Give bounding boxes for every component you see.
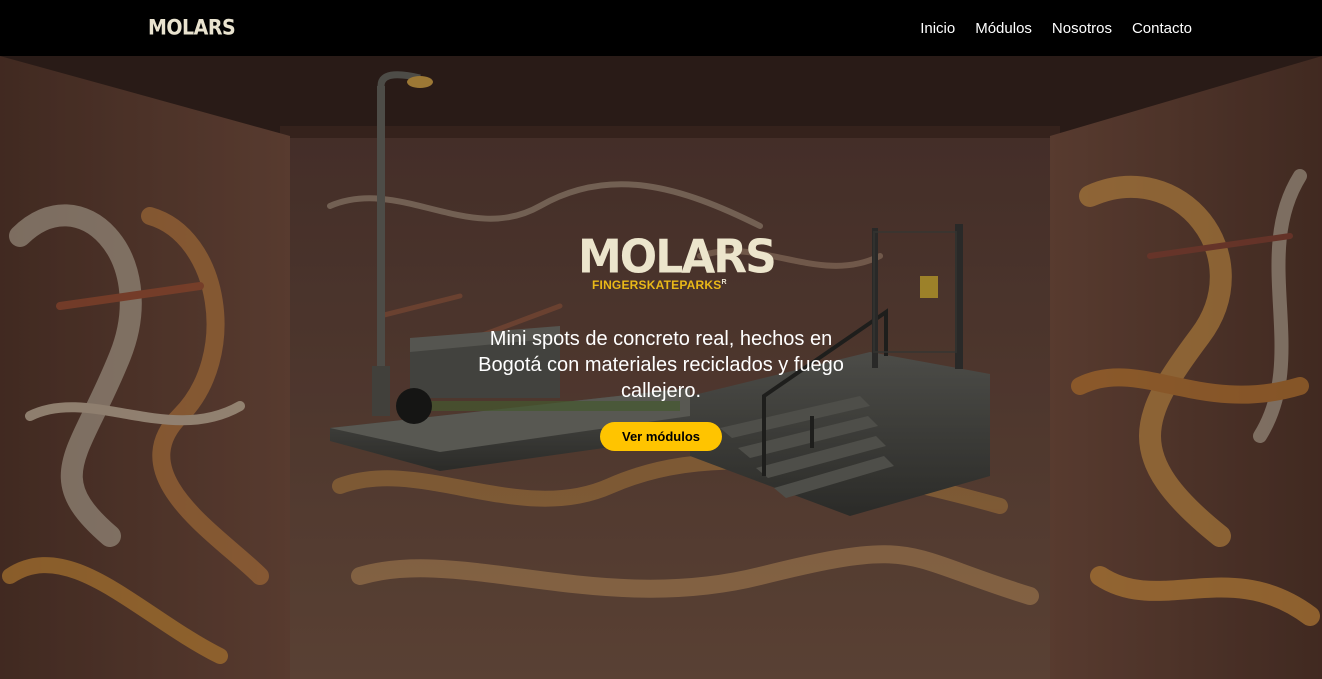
navbar: MOLARS Inicio Módulos Nosotros Contacto	[0, 0, 1322, 56]
hero-content: MOLARS FINGERSKATEPARKSR Mini spots de c…	[0, 56, 1322, 679]
nav-link-modulos[interactable]: Módulos	[975, 20, 1032, 37]
nav-link-nosotros[interactable]: Nosotros	[1052, 20, 1112, 37]
hero-section: MOLARS FINGERSKATEPARKSR Mini spots de c…	[0, 56, 1322, 679]
nav-links: Inicio Módulos Nosotros Contacto	[920, 20, 1192, 37]
brand-logo: MOLARS FINGERSKATEPARKSR	[578, 230, 777, 292]
nav-logo[interactable]: MOLARS	[148, 16, 236, 40]
hero-tagline: Mini spots de concreto real, hechos en B…	[478, 328, 844, 402]
nav-link-inicio[interactable]: Inicio	[920, 20, 955, 37]
nav-link-contacto[interactable]: Contacto	[1132, 20, 1192, 37]
brand-name: MOLARS	[578, 230, 777, 285]
ver-modulos-button[interactable]: Ver módulos	[600, 422, 722, 451]
